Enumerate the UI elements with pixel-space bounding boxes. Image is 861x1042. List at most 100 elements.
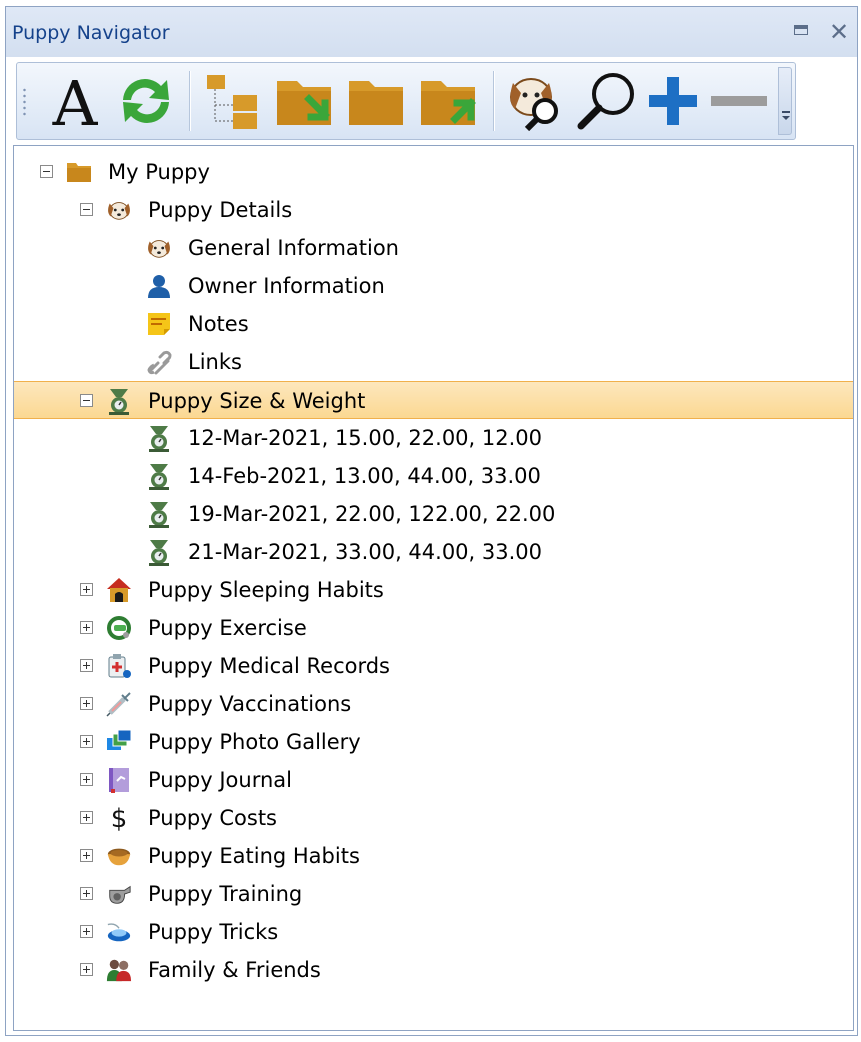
tree-item-label: Puppy Costs [148,806,277,830]
tree-item-general-information[interactable]: General Information [14,229,853,267]
scale-icon [146,425,172,452]
title-bar: Puppy Navigator ✕ [6,7,857,57]
close-icon[interactable]: ✕ [827,20,851,44]
svg-text:A: A [52,71,99,131]
tree-item-puppy-tricks[interactable]: Puppy Tricks [14,913,853,951]
toolbar-separator [493,71,494,131]
tree-item-label: Notes [188,312,249,336]
link-icon [146,349,172,375]
tree-item-links[interactable]: Links [14,343,853,381]
tree-item-21-mar-2021-33-00-44-00-33-00[interactable]: 21-Mar-2021, 33.00, 44.00, 33.00 [14,533,853,571]
collapse-icon[interactable] [80,394,93,407]
tree-item-label: Owner Information [188,274,385,298]
expand-icon[interactable] [80,773,93,786]
expand-icon[interactable] [80,659,93,672]
note-icon [146,311,172,337]
tree-item-puppy-sleeping-habits[interactable]: Puppy Sleeping Habits [14,571,853,609]
add-button[interactable] [643,69,703,133]
font-a-icon: A [52,71,99,131]
folder-icon [66,159,92,185]
tree-item-puppy-details[interactable]: Puppy Details [14,191,853,229]
leash-icon [106,615,132,641]
syringe-icon [106,691,132,717]
search-button[interactable] [573,69,639,133]
tree-item-label: 21-Mar-2021, 33.00, 44.00, 33.00 [188,540,543,564]
svg-text:$: $ [111,804,128,832]
whistle-icon [106,881,132,907]
expand-icon[interactable] [80,811,93,824]
refresh-icon [123,79,169,123]
tree-item-puppy-vaccinations[interactable]: Puppy Vaccinations [14,685,853,723]
tree-item-my-puppy[interactable]: My Puppy [14,153,853,191]
toolbar-grip[interactable] [23,87,26,117]
window-menu-icon[interactable] [789,20,813,44]
folder-button[interactable] [345,69,409,133]
puppy-navigator-window: Puppy Navigator ✕ A My Puppy Puppy Detai… [5,6,858,1036]
expand-icon[interactable] [80,621,93,634]
doghouse-icon [106,577,132,603]
scale-icon [146,539,172,566]
expand-icon[interactable] [80,887,93,900]
clicker-icon [106,919,132,945]
tree-item-label: Puppy Sleeping Habits [148,578,384,602]
tree-item-puppy-photo-gallery[interactable]: Puppy Photo Gallery [14,723,853,761]
plus-icon [649,77,697,125]
window-title: Puppy Navigator [12,22,170,44]
puppy-face-icon [106,197,132,223]
puppy-face-icon [146,235,172,261]
collapse-icon[interactable] [40,165,53,178]
tree-item-puppy-size-weight[interactable]: Puppy Size & Weight [14,381,853,419]
refresh-button[interactable] [113,69,179,133]
export-button[interactable] [417,69,483,133]
collapse-icon[interactable] [80,203,93,216]
tree-item-puppy-exercise[interactable]: Puppy Exercise [14,609,853,647]
toolbar-separator [189,71,190,131]
tree-item-family-friends[interactable]: Family & Friends [14,951,853,989]
person-icon [146,273,172,299]
tree-item-label: 12-Mar-2021, 15.00, 22.00, 12.00 [188,426,543,450]
folder-icon [349,81,403,125]
expand-icon[interactable] [80,583,93,596]
navigator-tree: My Puppy Puppy Details General Information… [13,145,854,1031]
expand-icon[interactable] [80,697,93,710]
tree-item-label: Puppy Eating Habits [148,844,360,868]
folder-export-icon [421,81,476,125]
remove-button[interactable] [707,69,771,133]
medical-icon [106,653,132,679]
expand-icon[interactable] [80,925,93,938]
expand-icon[interactable] [80,849,93,862]
tree-item-label: Puppy Training [148,882,303,906]
toolbar-overflow-button[interactable] [778,67,792,135]
expand-icon[interactable] [80,963,93,976]
tree-item-puppy-eating-habits[interactable]: Puppy Eating Habits [14,837,853,875]
tree-item-14-feb-2021-13-00-44-00-33-00[interactable]: 14-Feb-2021, 13.00, 44.00, 33.00 [14,457,853,495]
tree-item-label: Puppy Tricks [148,920,279,944]
tree-item-puppy-training[interactable]: Puppy Training [14,875,853,913]
tree-item-label: Puppy Journal [148,768,292,792]
tree-item-puppy-costs[interactable]: $ Puppy Costs [14,799,853,837]
puppy-search-button[interactable] [503,69,569,133]
font-button[interactable]: A [45,69,105,133]
photos-icon [106,729,132,755]
tree-item-label: Family & Friends [148,958,321,982]
magnifier-icon [577,73,634,130]
tree-view-button[interactable] [201,69,265,133]
tree-item-puppy-journal[interactable]: Puppy Journal [14,761,853,799]
minus-icon [711,96,767,106]
tree-item-label: My Puppy [108,160,210,184]
import-button[interactable] [273,69,339,133]
tree-item-notes[interactable]: Notes [14,305,853,343]
expand-icon[interactable] [80,735,93,748]
journal-icon [106,767,132,793]
tree-item-owner-information[interactable]: Owner Information [14,267,853,305]
scale-icon [106,388,132,415]
tree-item-label: Puppy Size & Weight [148,389,366,413]
tree-item-puppy-medical-records[interactable]: Puppy Medical Records [14,647,853,685]
tree-item-19-mar-2021-22-00-122-00-22-00[interactable]: 19-Mar-2021, 22.00, 122.00, 22.00 [14,495,853,533]
tree-item-label: General Information [188,236,399,260]
dollar-icon: $ [106,804,132,832]
scale-icon [146,501,172,528]
tree-item-label: Links [188,350,242,374]
food-bowl-icon [106,843,132,869]
tree-item-12-mar-2021-15-00-22-00-12-00[interactable]: 12-Mar-2021, 15.00, 22.00, 12.00 [14,419,853,457]
